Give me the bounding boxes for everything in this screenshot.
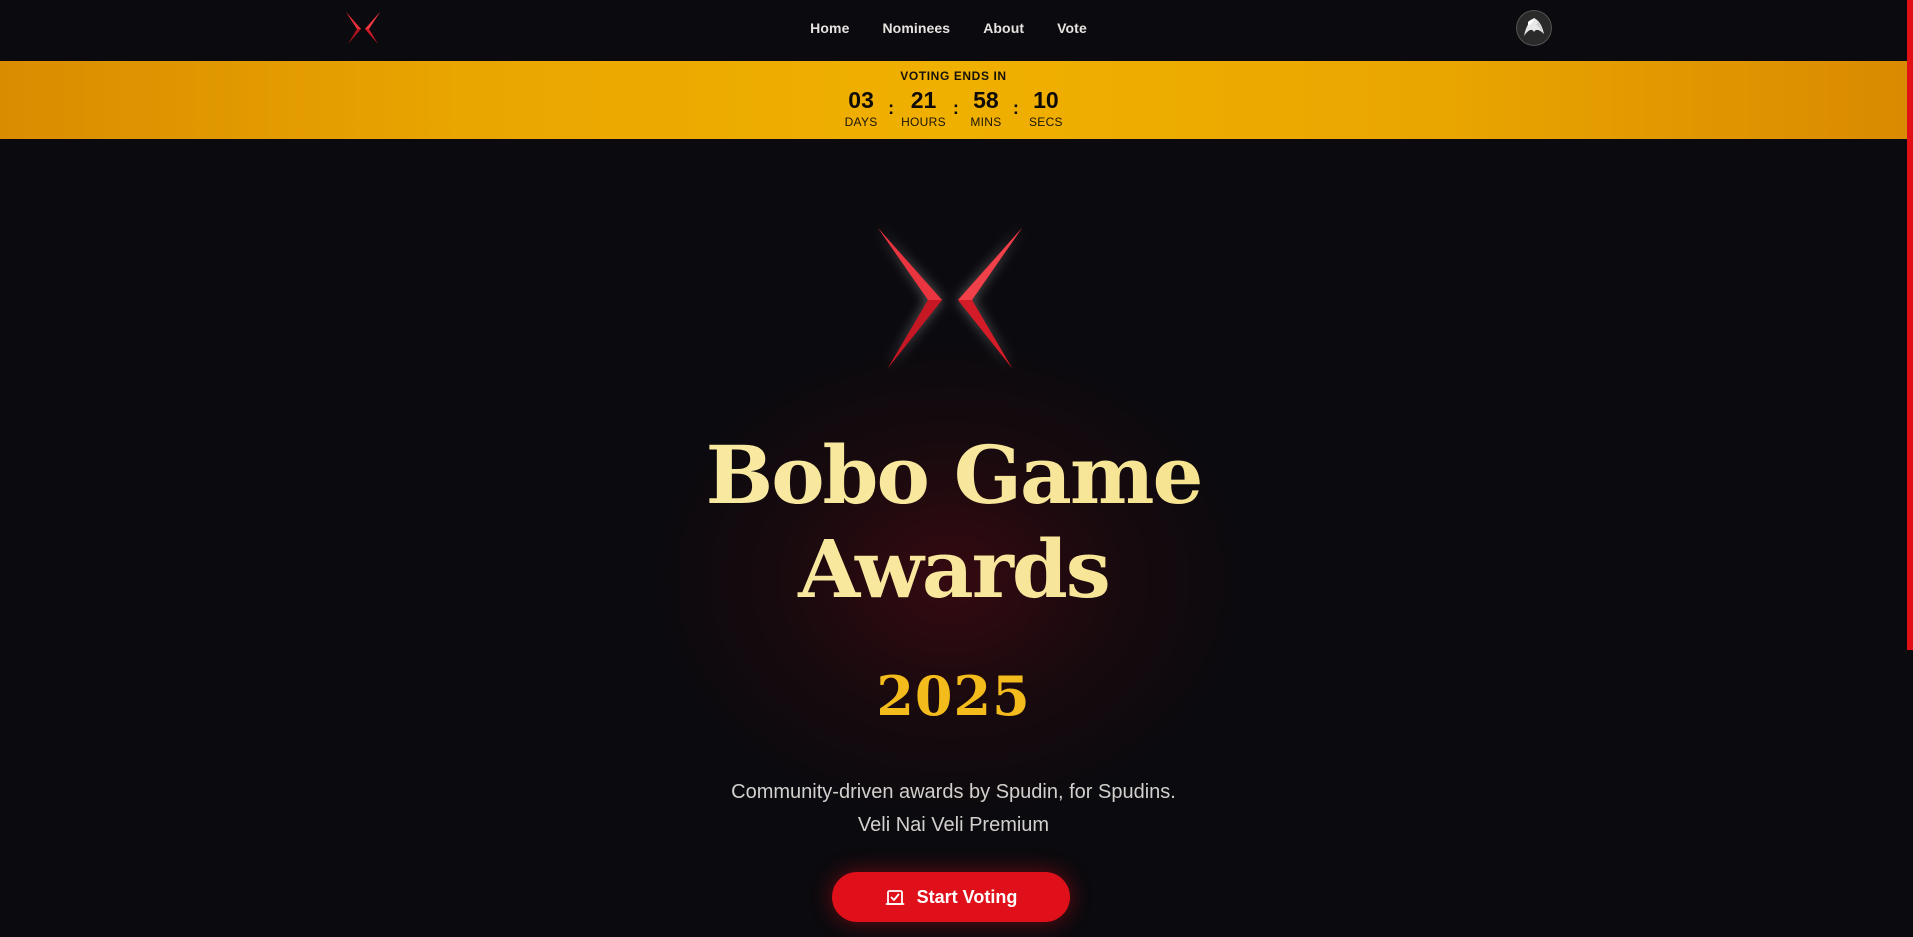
page-scrollbar-track[interactable]	[1907, 0, 1913, 937]
hero-subtitle-line: Veli Nai Veli Premium	[857, 814, 1050, 836]
countdown-hours-label: HOURS	[901, 115, 946, 129]
countdown-separator: :	[952, 98, 959, 118]
start-voting-label: Start Voting	[916, 886, 1018, 907]
hero-subtitle-line: Community-driven awards by Spudin, for S…	[731, 781, 1176, 803]
page: Home Nominees About Vote VOTING ENDS IN …	[0, 0, 1913, 937]
page-scrollbar-thumb[interactable]	[1907, 0, 1913, 650]
countdown-mins: 58 MINS	[966, 88, 1006, 129]
hero-title: Bobo Game Awards	[0, 428, 1907, 616]
start-voting-button[interactable]: Start Voting	[832, 872, 1070, 922]
countdown-separator: :	[1012, 98, 1019, 118]
countdown-days-label: DAYS	[844, 115, 878, 129]
countdown-secs: 10 SECS	[1026, 88, 1066, 129]
nav-link-nominees[interactable]: Nominees	[882, 20, 950, 36]
hero-year: 2025	[876, 664, 1031, 728]
top-navbar: Home Nominees About Vote	[0, 0, 1907, 61]
countdown-days: 03 DAYS	[841, 88, 881, 129]
hero-subtitle: Community-driven awards by Spudin, for S…	[0, 776, 1907, 842]
countdown-secs-label: SECS	[1028, 115, 1063, 129]
countdown-separator: :	[888, 98, 895, 118]
hero-title-line: Bobo Game	[705, 428, 1202, 522]
user-avatar[interactable]	[1516, 10, 1552, 46]
hero-title-line: Awards	[798, 522, 1109, 616]
countdown-hours: 21 HOURS	[901, 88, 946, 129]
main-nav: Home Nominees About Vote	[0, 0, 1907, 56]
countdown-title: VOTING ENDS IN	[900, 69, 1007, 83]
countdown-timer: 03 DAYS : 21 HOURS : 58 MINS : 10 SECS	[0, 88, 1907, 129]
user-avatar-icon	[1516, 10, 1552, 46]
countdown-mins-value: 58	[973, 87, 999, 113]
ballot-check-icon	[885, 890, 905, 905]
nav-link-home[interactable]: Home	[810, 20, 849, 36]
voting-countdown-banner: VOTING ENDS IN 03 DAYS : 21 HOURS : 58 M…	[0, 61, 1907, 139]
countdown-hours-value: 21	[910, 87, 937, 113]
crossed-blades-emblem-icon	[878, 228, 1022, 368]
countdown-mins-label: MINS	[970, 115, 1002, 129]
countdown-days-value: 03	[848, 87, 874, 113]
nav-link-vote[interactable]: Vote	[1057, 20, 1087, 36]
nav-link-about[interactable]: About	[983, 20, 1024, 36]
countdown-secs-value: 10	[1033, 87, 1059, 113]
